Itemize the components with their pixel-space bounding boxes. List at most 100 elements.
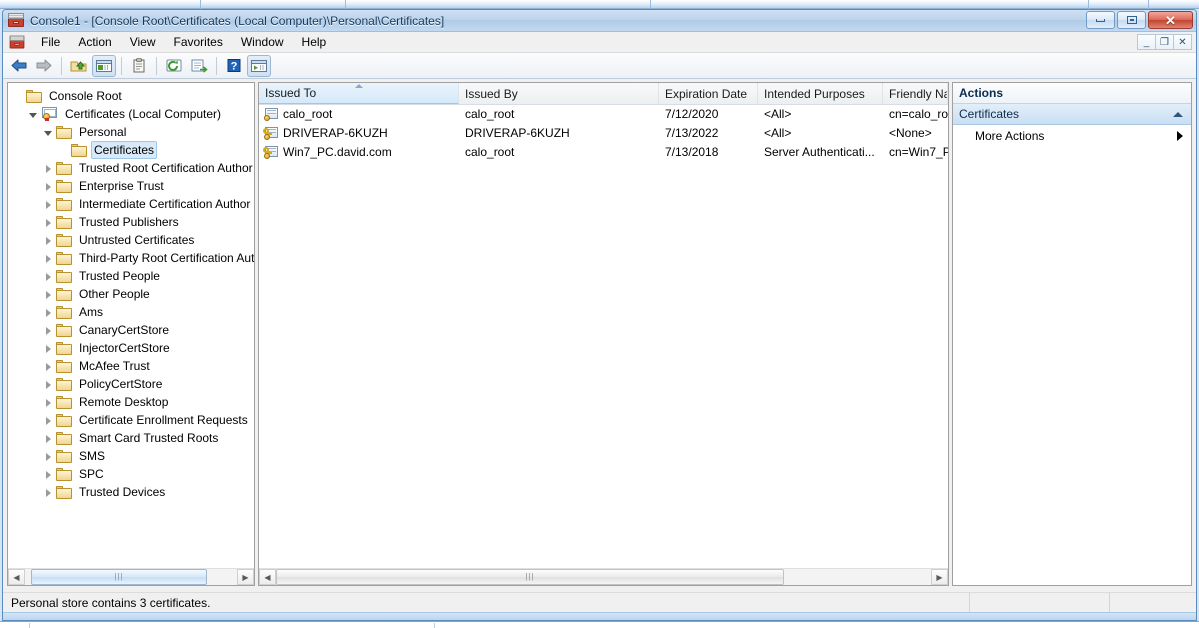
tree-expand-icon[interactable] <box>42 396 55 409</box>
menu-item-favorites[interactable]: Favorites <box>165 33 232 52</box>
console-tree[interactable]: Console Root Certificates (Local Computer… <box>8 83 254 568</box>
properties-button[interactable] <box>127 55 151 77</box>
tree-expand-icon[interactable] <box>42 468 55 481</box>
tree-scroll-track[interactable]: ||| <box>25 569 237 585</box>
tree-expand-icon[interactable] <box>42 234 55 247</box>
tree-item-enterprise-trust[interactable]: Enterprise Trust <box>8 177 254 195</box>
tree-item-certificates[interactable]: Certificates <box>8 141 254 159</box>
list-scroll-track[interactable]: ||| <box>276 569 931 585</box>
certificates-list[interactable]: calo_root calo_root 7/12/2020 <All> cn=calo_… <box>259 105 948 568</box>
tree-item-other-people[interactable]: Other People <box>8 285 254 303</box>
tree-item-untrusted-certificates[interactable]: Untrusted Certificates <box>8 231 254 249</box>
tree-expand-icon[interactable] <box>42 378 55 391</box>
scroll-grip-icon: ||| <box>114 572 124 581</box>
tree-item-smart-card-trusted-roots[interactable]: Smart Card Trusted Roots <box>8 429 254 447</box>
mmc-menu-icon[interactable] <box>9 35 25 49</box>
up-one-level-button[interactable] <box>67 55 91 77</box>
menu-item-window[interactable]: Window <box>232 33 293 52</box>
column-header-issued-by[interactable]: Issued By <box>459 83 659 104</box>
list-scroll-left-button[interactable]: ◀ <box>259 569 276 585</box>
close-button[interactable]: ✕ <box>1148 11 1193 29</box>
tree-item-spc[interactable]: SPC <box>8 465 254 483</box>
folder-icon <box>56 269 72 283</box>
tree-item-trusted-people[interactable]: Trusted People <box>8 267 254 285</box>
tree-expand-icon[interactable] <box>42 306 55 319</box>
column-header-expiration-date[interactable]: Expiration Date <box>659 83 758 104</box>
tree-item-trusted-devices[interactable]: Trusted Devices <box>8 483 254 501</box>
back-button[interactable] <box>7 55 31 77</box>
tree-item-policycertstore[interactable]: PolicyCertStore <box>8 375 254 393</box>
certificate-row[interactable]: Win7_PC.david.com calo_root 7/13/2018 Serve… <box>259 143 948 162</box>
actions-group-certificates[interactable]: Certificates <box>953 104 1191 125</box>
tree-item-injectorcertstore[interactable]: InjectorCertStore <box>8 339 254 357</box>
show-hide-console-tree-button[interactable] <box>92 54 116 77</box>
tree-scroll-left-button[interactable]: ◀ <box>8 569 25 585</box>
minimize-button[interactable] <box>1086 11 1115 29</box>
tree-expand-icon[interactable] <box>42 342 55 355</box>
menu-item-help[interactable]: Help <box>293 33 336 52</box>
tree-twisty-placeholder <box>57 144 70 157</box>
export-list-button[interactable] <box>187 55 211 77</box>
certificate-row[interactable]: DRIVERAP-6KUZH DRIVERAP-6KUZH 7/13/2022 <Al… <box>259 124 948 143</box>
status-bar: Personal store contains 3 certificates. <box>3 592 1196 613</box>
column-header-intended-purposes[interactable]: Intended Purposes <box>758 83 883 104</box>
tree-scroll-thumb[interactable]: ||| <box>31 569 207 585</box>
cell-friendly-name: cn=calo_ro <box>883 105 948 124</box>
tree-item-ams[interactable]: Ams <box>8 303 254 321</box>
column-header-label: Intended Purposes <box>764 86 865 101</box>
tree-item-remote-desktop[interactable]: Remote Desktop <box>8 393 254 411</box>
mdi-restore-button[interactable]: ❐ <box>1155 34 1174 50</box>
tree-item-trusted-publishers[interactable]: Trusted Publishers <box>8 213 254 231</box>
list-scroll-right-button[interactable]: ▶ <box>931 569 948 585</box>
tree-collapse-icon[interactable] <box>27 108 40 121</box>
tree-expand-icon[interactable] <box>42 288 55 301</box>
tree-item-certificate-enrollment-requests[interactable]: Certificate Enrollment Requests <box>8 411 254 429</box>
tree-expand-icon[interactable] <box>42 180 55 193</box>
tree-item-canarycertstore[interactable]: CanaryCertStore <box>8 321 254 339</box>
content-area: Console Root Certificates (Local Computer… <box>3 79 1196 620</box>
tree-expand-icon[interactable] <box>42 198 55 211</box>
tree-expand-icon[interactable] <box>42 450 55 463</box>
tree-item-trusted-root-certification-author[interactable]: Trusted Root Certification Author <box>8 159 254 177</box>
tree-item-personal[interactable]: Personal <box>8 123 254 141</box>
list-scroll-thumb[interactable]: ||| <box>276 569 784 585</box>
action-more-actions[interactable]: More Actions <box>953 125 1191 147</box>
tree-expand-icon[interactable] <box>42 216 55 229</box>
tree-collapse-icon[interactable] <box>42 126 55 139</box>
tree-expand-icon[interactable] <box>42 270 55 283</box>
tree-expand-icon[interactable] <box>42 360 55 373</box>
tree-expand-icon[interactable] <box>42 162 55 175</box>
list-horizontal-scrollbar[interactable]: ◀ ||| ▶ <box>259 568 948 585</box>
show-hide-action-pane-button[interactable] <box>247 54 271 77</box>
menu-item-action[interactable]: Action <box>69 33 120 52</box>
tree-horizontal-scrollbar[interactable]: ◀ ||| ▶ <box>8 568 254 585</box>
tree-expand-icon[interactable] <box>42 324 55 337</box>
tree-item-mcafee-trust[interactable]: McAfee Trust <box>8 357 254 375</box>
maximize-button[interactable] <box>1117 11 1146 29</box>
mdi-close-button[interactable]: ✕ <box>1173 34 1192 50</box>
certificate-row[interactable]: calo_root calo_root 7/12/2020 <All> cn=calo_… <box>259 105 948 124</box>
tree-item-console-root[interactable]: Console Root <box>8 87 254 105</box>
cell-intended-purposes: Server Authenticati... <box>758 143 883 162</box>
tree-item-certificates-local-computer[interactable]: Certificates (Local Computer) <box>8 105 254 123</box>
menu-item-view[interactable]: View <box>121 33 165 52</box>
help-button[interactable]: ? <box>222 55 246 77</box>
folder-icon <box>56 413 72 427</box>
certificate-with-key-icon <box>263 126 279 141</box>
tree-expand-icon[interactable] <box>42 252 55 265</box>
refresh-button[interactable] <box>162 55 186 77</box>
forward-button[interactable] <box>32 55 56 77</box>
chevron-up-icon[interactable] <box>1173 111 1183 117</box>
column-header-issued-to[interactable]: Issued To <box>259 83 459 104</box>
tree-expand-icon[interactable] <box>42 432 55 445</box>
tree-item-third-party-root-certification-aut[interactable]: Third-Party Root Certification Aut <box>8 249 254 267</box>
tree-expand-icon[interactable] <box>42 486 55 499</box>
tree-item-sms[interactable]: SMS <box>8 447 254 465</box>
tree-item-intermediate-certification-author[interactable]: Intermediate Certification Author <box>8 195 254 213</box>
tree-expand-icon[interactable] <box>42 414 55 427</box>
mdi-minimize-button[interactable]: _ <box>1137 34 1156 50</box>
column-header-friendly-na[interactable]: Friendly Na <box>883 83 948 104</box>
folder-icon <box>56 359 72 373</box>
menu-item-file[interactable]: File <box>32 33 69 52</box>
tree-scroll-right-button[interactable]: ▶ <box>237 569 254 585</box>
